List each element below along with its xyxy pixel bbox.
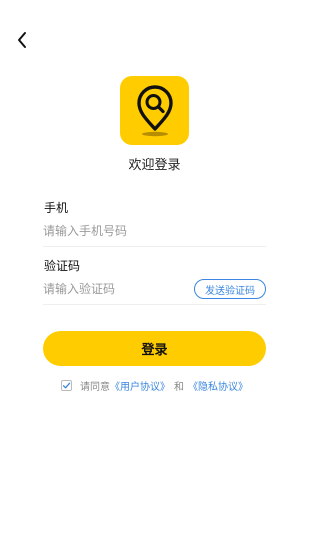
- app-logo: [120, 76, 189, 145]
- agreement-prefix: 请同意: [80, 382, 110, 393]
- code-divider: [43, 304, 266, 305]
- verification-code-input[interactable]: [43, 280, 183, 298]
- code-label: 验证码: [44, 259, 81, 273]
- agreement-conjunction: 和: [174, 382, 184, 393]
- welcome-title: 欢迎登录: [128, 158, 181, 173]
- map-pin-search-icon: [136, 84, 173, 136]
- send-code-button[interactable]: 发送验证码: [194, 279, 266, 299]
- back-button[interactable]: [12, 28, 32, 52]
- user-agreement-link[interactable]: 《用户协议》: [110, 378, 170, 393]
- login-button[interactable]: 登录: [43, 331, 266, 366]
- chevron-left-icon: [18, 32, 26, 48]
- agreement-row: 请同意 《用户协议》 和 《隐私协议》: [0, 378, 309, 393]
- checkmark-icon: [62, 382, 71, 389]
- login-page: 欢迎登录 手机 验证码 发送验证码 登录 请同意 《用户协议》 和 《隐私协议》: [0, 0, 309, 550]
- phone-label: 手机: [44, 201, 69, 215]
- privacy-policy-link[interactable]: 《隐私协议》: [188, 378, 248, 393]
- agreement-checkbox[interactable]: [61, 380, 72, 391]
- phone-divider: [43, 246, 266, 247]
- phone-input[interactable]: [43, 222, 243, 240]
